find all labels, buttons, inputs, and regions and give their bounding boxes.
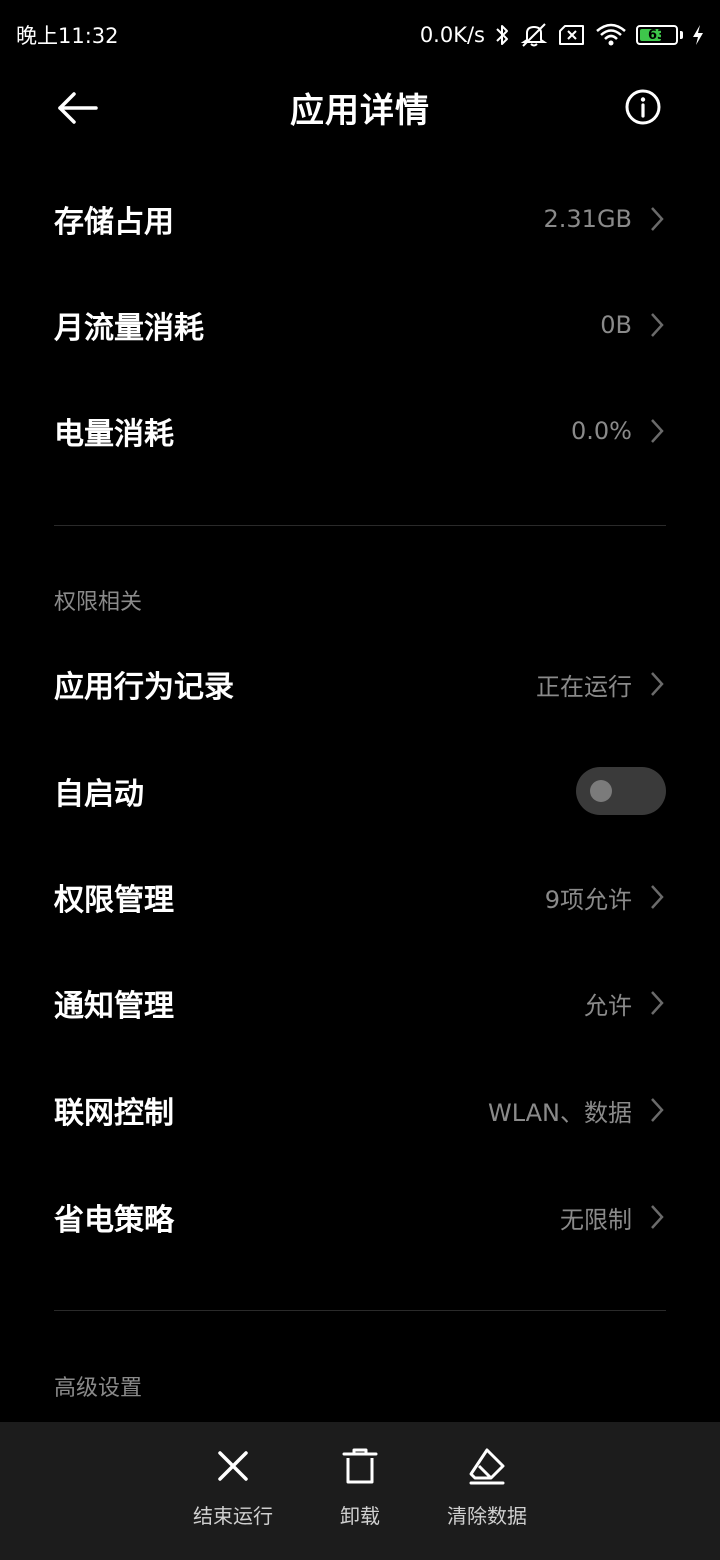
row-label: 省电策略 — [54, 1203, 174, 1238]
chevron-right-icon — [651, 207, 664, 231]
app-header: 应用详情 — [0, 70, 720, 144]
permission-management-row[interactable]: 权限管理 9项允许 — [0, 844, 720, 950]
permissions-section-title: 权限相关 — [54, 590, 143, 615]
back-arrow-icon[interactable] — [54, 88, 100, 128]
status-time: 晚上11:32 — [16, 24, 119, 48]
chevron-right-icon — [651, 991, 664, 1015]
autostart-row: 自启动 — [0, 738, 720, 844]
battery-cap — [680, 31, 683, 39]
row-value: 2.31GB — [543, 205, 633, 233]
trash-icon — [342, 1448, 378, 1484]
row-value: 0B — [600, 311, 632, 339]
chevron-right-icon — [651, 672, 664, 696]
bell-muted-icon — [520, 23, 548, 47]
row-label: 自启动 — [54, 777, 144, 812]
network-speed: 0.0K/s — [419, 23, 485, 47]
row-value: 无限制 — [560, 1205, 632, 1234]
row-label: 联网控制 — [54, 1096, 174, 1131]
chevron-right-icon — [651, 1205, 664, 1229]
row-value: 0.0% — [571, 417, 632, 445]
close-icon — [218, 1451, 248, 1481]
eraser-icon — [469, 1448, 505, 1485]
monthly-data-usage-row[interactable]: 月流量消耗 0B — [0, 272, 720, 378]
row-value: 允许 — [584, 991, 632, 1020]
chevron-right-icon — [651, 1098, 664, 1122]
no-sim-icon — [559, 25, 584, 45]
clear-data-button[interactable]: 清除数据 — [427, 1446, 547, 1529]
info-circle-icon[interactable] — [624, 88, 662, 126]
uninstall-button[interactable]: 卸载 — [300, 1446, 420, 1529]
section-divider — [54, 525, 666, 526]
status-icons: 0.0K/s 63 — [420, 22, 704, 48]
battery-icon: 63 — [636, 25, 678, 45]
chevron-right-icon — [651, 419, 664, 443]
row-label: 通知管理 — [54, 989, 174, 1024]
chevron-right-icon — [651, 885, 664, 909]
toggle-knob — [590, 780, 612, 802]
page-title: 应用详情 — [290, 90, 430, 131]
row-label: 权限管理 — [54, 883, 174, 918]
row-value: 9项允许 — [544, 885, 632, 914]
action-label: 清除数据 — [447, 1504, 527, 1528]
notification-management-row[interactable]: 通知管理 允许 — [0, 950, 720, 1056]
battery-usage-row[interactable]: 电量消耗 0.0% — [0, 378, 720, 484]
row-value: 正在运行 — [536, 672, 632, 701]
wifi-icon — [596, 23, 626, 46]
app-details-screen: 晚上11:32 0.0K/s 63 应用详情 存储占用 2.31GB 月流量消耗… — [0, 0, 720, 1560]
action-label: 结束运行 — [193, 1504, 273, 1528]
bluetooth-icon — [496, 25, 508, 45]
force-stop-button[interactable]: 结束运行 — [173, 1446, 293, 1529]
row-value: WLAN、数据 — [487, 1098, 632, 1127]
battery-level: 63 — [647, 27, 667, 43]
charging-icon — [693, 25, 703, 45]
bottom-action-bar: 结束运行 卸载 清除数据 — [0, 1422, 720, 1560]
action-label: 卸载 — [340, 1504, 380, 1528]
network-control-row[interactable]: 联网控制 WLAN、数据 — [0, 1057, 720, 1163]
autostart-toggle[interactable] — [576, 767, 666, 815]
behavior-record-row[interactable]: 应用行为记录 正在运行 — [0, 631, 720, 737]
section-divider — [54, 1310, 666, 1311]
advanced-section-title: 高级设置 — [54, 1376, 143, 1401]
storage-usage-row[interactable]: 存储占用 2.31GB — [0, 166, 720, 272]
row-label: 应用行为记录 — [54, 670, 234, 705]
row-label: 电量消耗 — [54, 417, 174, 452]
row-label: 存储占用 — [54, 205, 174, 240]
status-bar: 晚上11:32 0.0K/s 63 — [0, 0, 720, 70]
power-strategy-row[interactable]: 省电策略 无限制 — [0, 1164, 720, 1270]
chevron-right-icon — [651, 313, 664, 337]
row-label: 月流量消耗 — [54, 311, 204, 346]
